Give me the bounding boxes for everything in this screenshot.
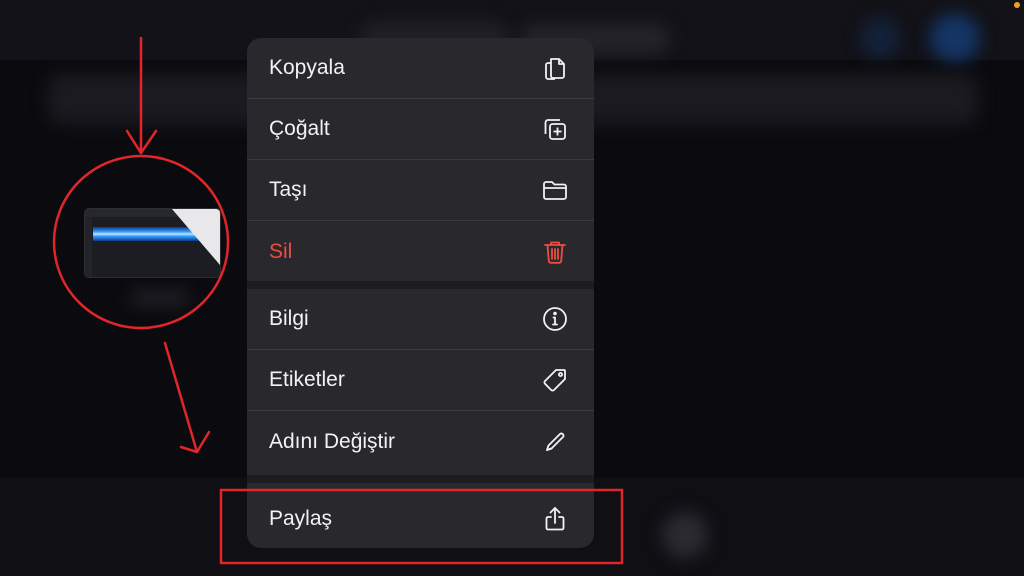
file-label-blur [130, 290, 190, 306]
copy-icon [540, 53, 570, 83]
menu-item-duplicate[interactable]: Çoğalt [247, 99, 594, 160]
pencil-icon [540, 427, 570, 457]
menu-item-tags[interactable]: Etiketler [247, 350, 594, 411]
menu-item-info[interactable]: Bilgi [247, 289, 594, 350]
cloud-corner-badge [172, 209, 220, 265]
menu-item-share[interactable]: Paylaş [247, 489, 594, 548]
duplicate-icon [540, 114, 570, 144]
menu-item-label: Çoğalt [269, 117, 330, 140]
tag-icon [540, 365, 570, 395]
thumbnail-track-header [85, 217, 92, 277]
menu-item-delete[interactable]: Sil [247, 221, 594, 282]
menu-item-move[interactable]: Taşı [247, 160, 594, 221]
menu-item-label: Kopyala [269, 56, 345, 79]
menu-group-separator [247, 475, 594, 483]
trash-icon [540, 237, 570, 267]
toolbar-button-blur-2 [930, 14, 980, 62]
context-menu: Kopyala Çoğalt Taşı Sil Bilgi Etiketler … [247, 38, 594, 548]
menu-item-rename[interactable]: Adını Değiştir [247, 411, 594, 472]
share-icon [540, 504, 570, 534]
menu-item-label: Sil [269, 239, 293, 263]
folder-icon [540, 175, 570, 205]
menu-item-copy[interactable]: Kopyala [247, 38, 594, 99]
bottom-button-blur [662, 512, 708, 558]
menu-item-label: Etiketler [269, 368, 345, 391]
status-indicator [1014, 2, 1020, 8]
menu-item-label: Taşı [269, 178, 308, 201]
menu-item-label: Paylaş [269, 506, 333, 530]
menu-item-label: Adını Değiştir [269, 429, 396, 453]
menu-item-label: Bilgi [269, 307, 309, 330]
menu-group-separator [247, 281, 594, 289]
info-icon [540, 304, 570, 334]
project-thumbnail[interactable] [84, 208, 221, 278]
toolbar-button-blur [860, 18, 900, 58]
